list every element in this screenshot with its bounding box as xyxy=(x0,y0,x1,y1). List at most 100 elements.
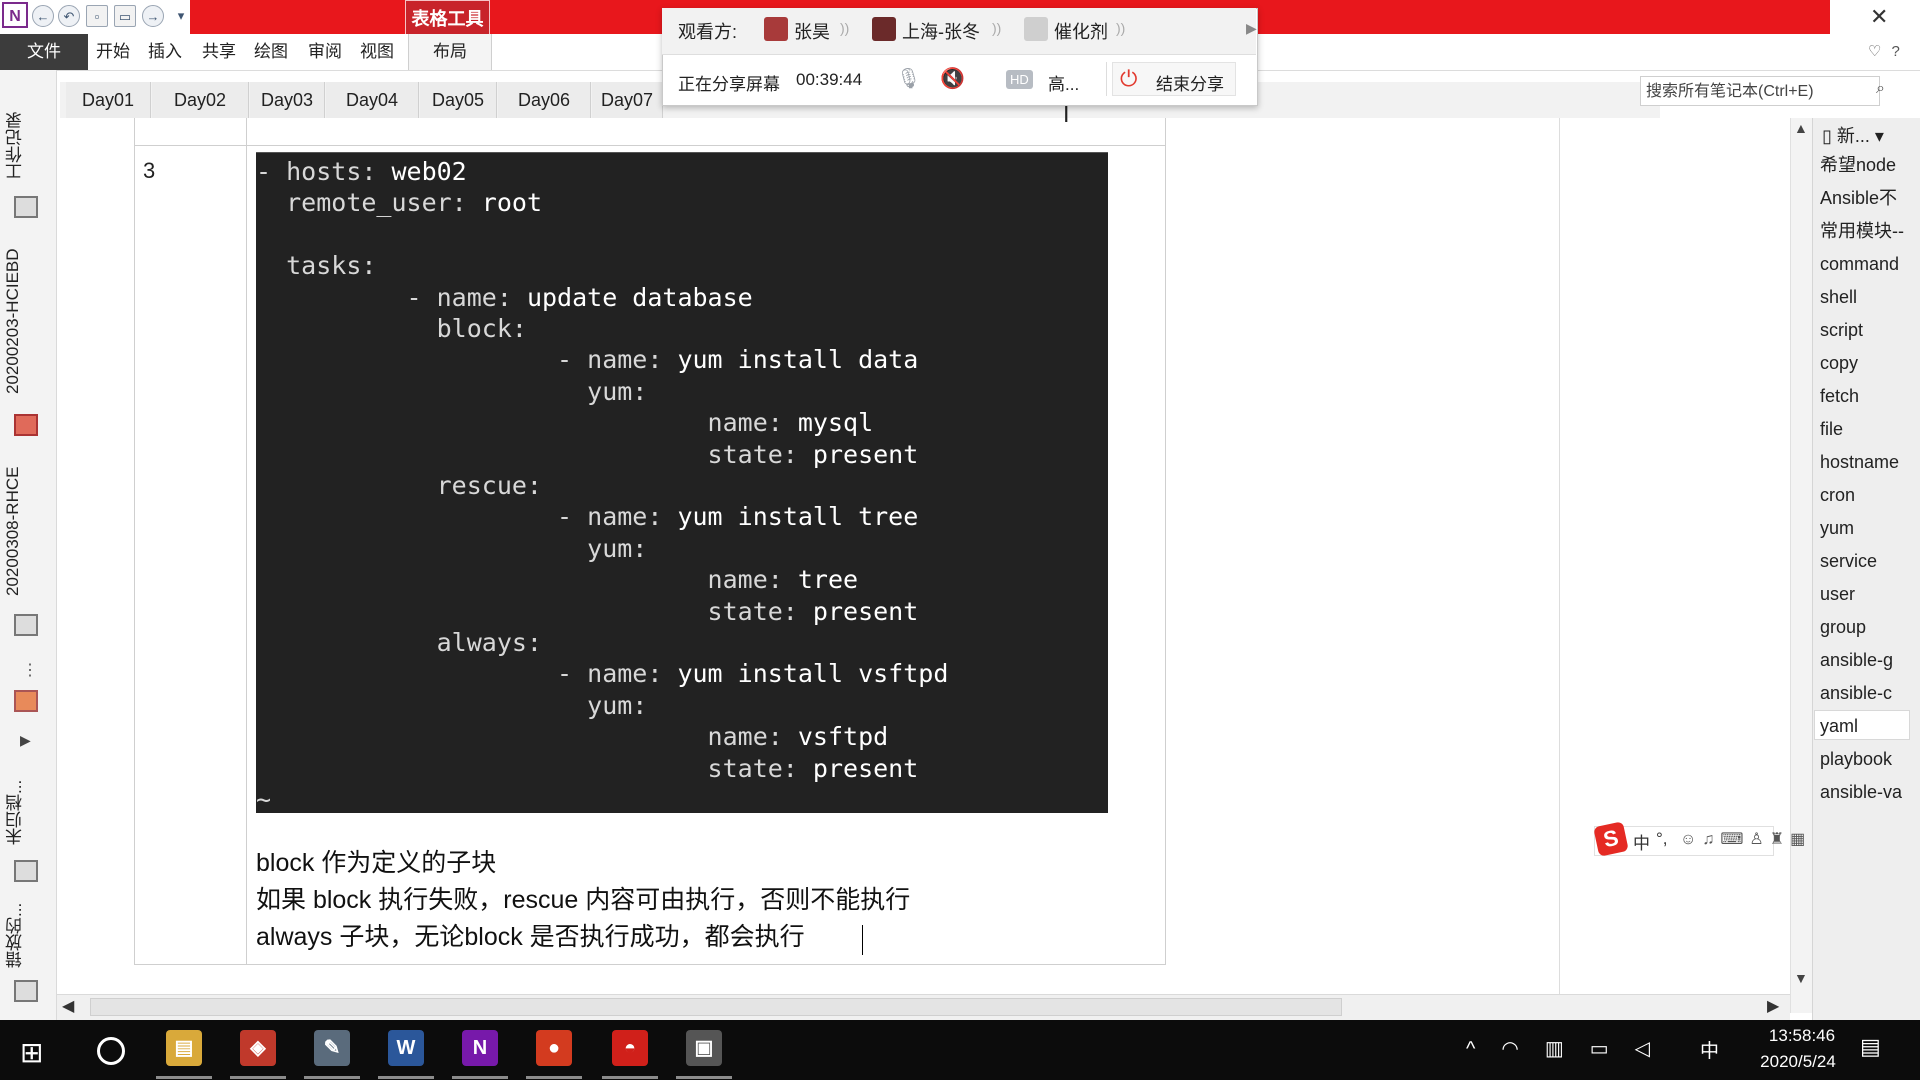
page-list-item[interactable]: ansible-g xyxy=(1820,645,1916,675)
page-list-item[interactable]: 常用模块-- xyxy=(1820,216,1916,246)
notebook-misfiled[interactable]: 错放的... xyxy=(3,900,53,970)
scroll-left-arrow-icon[interactable]: ◀ xyxy=(62,996,74,1016)
action-center-icon[interactable]: ▤ xyxy=(1860,1034,1881,1060)
viewer-avatar xyxy=(1024,17,1048,41)
page-list-item[interactable]: hostname xyxy=(1820,447,1916,477)
section-tab-day03[interactable]: Day03 xyxy=(250,82,325,118)
dock-icon[interactable]: ▫ xyxy=(86,5,108,27)
hd-icon[interactable]: HD xyxy=(1006,70,1033,89)
code-line: name: vsftpd xyxy=(256,722,889,752)
input-language-indicator[interactable]: 中 xyxy=(1700,1036,1719,1063)
page-list-item[interactable]: ansible-va xyxy=(1820,777,1916,807)
table-row-number: 3 xyxy=(143,158,156,183)
onenote-app-icon[interactable]: N xyxy=(2,2,28,28)
menu-share[interactable]: 共享 xyxy=(202,34,236,70)
viewer-avatar xyxy=(872,17,896,41)
scroll-up-arrow-icon[interactable]: ▲ xyxy=(1794,120,1808,136)
menu-review[interactable]: 审阅 xyxy=(308,34,342,70)
back-icon[interactable]: ← xyxy=(32,5,54,27)
taskbar-screenshot-app-icon[interactable]: ✎ xyxy=(314,1030,350,1066)
page-list-item[interactable]: cron xyxy=(1820,480,1916,510)
page-list-item[interactable]: playbook xyxy=(1820,744,1916,774)
taskbar-running-indicator xyxy=(602,1076,658,1079)
search-notebooks-input[interactable]: 搜索所有笔记本(Ctrl+E) xyxy=(1640,76,1880,106)
page-list-item[interactable]: 希望node xyxy=(1820,150,1916,180)
chevron-right-icon[interactable]: ▶ xyxy=(1246,20,1257,37)
more-icon[interactable]: ⋮ xyxy=(22,660,38,680)
page-list-item[interactable]: yaml xyxy=(1820,711,1916,741)
forward-icon[interactable]: → xyxy=(142,5,164,27)
notebook-rhce[interactable]: 20200308-RHCE xyxy=(3,456,53,606)
file-tab[interactable]: 文件 xyxy=(0,34,88,70)
page-list-item[interactable]: user xyxy=(1820,579,1916,609)
code-line: name: mysql xyxy=(256,408,874,438)
note-text-block[interactable]: block 作为定义的子块 如果 block 执行失败，rescue 内容可由执… xyxy=(256,845,1136,956)
share-status-text: 正在分享屏幕 xyxy=(678,75,780,94)
taskbar-browser-icon[interactable]: ● xyxy=(536,1030,572,1066)
menu-insert[interactable]: 插入 xyxy=(148,34,182,70)
ime-tool-icons[interactable]: ☺♫⌨♙♜▦ xyxy=(1680,829,1811,849)
vertical-scrollbar[interactable] xyxy=(1790,118,1813,1013)
page-list-item[interactable]: shell xyxy=(1820,282,1916,312)
customize-qat-icon[interactable]: ▾ xyxy=(170,5,192,27)
notebook-hciebd[interactable]: 20200203-HCIEBD xyxy=(3,236,53,406)
scroll-down-arrow-icon[interactable]: ▼ xyxy=(1794,970,1808,986)
windows-start-icon[interactable]: ⊞ xyxy=(20,1036,43,1069)
page-list-item[interactable]: Ansible不 xyxy=(1820,183,1916,213)
page-list-item[interactable]: ansible-c xyxy=(1820,678,1916,708)
page-list-item[interactable]: copy xyxy=(1820,348,1916,378)
fullpage-icon[interactable]: ▭ xyxy=(114,5,136,27)
system-tray-icons[interactable]: ^◠▥▭◁ xyxy=(1466,1036,1676,1061)
page-list-item[interactable]: group xyxy=(1820,612,1916,642)
menu-draw[interactable]: 绘图 xyxy=(254,34,288,70)
section-tab-day02[interactable]: Day02 xyxy=(152,82,249,118)
sogou-ime-logo[interactable]: S xyxy=(1593,821,1629,857)
expand-arrow-icon[interactable]: ▶ xyxy=(20,732,31,749)
undo-icon[interactable]: ↶ xyxy=(58,5,80,27)
cortana-search-icon[interactable] xyxy=(97,1037,125,1065)
menu-view[interactable]: 视图 xyxy=(360,34,394,70)
viewer-name: 张昊 xyxy=(794,22,830,42)
section-tab-day06[interactable]: Day06 xyxy=(498,82,591,118)
notebook-unfiled[interactable]: 未归档... xyxy=(3,772,53,852)
menu-layout[interactable]: 布局 xyxy=(408,34,492,70)
ribbon-collapse-and-help-icons[interactable]: ♡? xyxy=(1868,42,1910,60)
page-list-item[interactable]: file xyxy=(1820,414,1916,444)
section-tab-day05[interactable]: Day05 xyxy=(420,82,497,118)
page-list-item[interactable]: service xyxy=(1820,546,1916,576)
new-page-button[interactable]: ▯ 新... ▾ xyxy=(1822,122,1884,148)
code-line: yum: xyxy=(256,377,647,407)
code-value: mysql xyxy=(782,408,874,438)
search-icon[interactable]: ⌕ xyxy=(1876,80,1885,98)
section-tab-day01[interactable]: Day01 xyxy=(66,82,151,118)
text-caret xyxy=(862,925,863,955)
close-window-button[interactable]: ✕ xyxy=(1870,4,1888,30)
taskbar-onenote-icon[interactable]: N xyxy=(462,1030,498,1066)
taskbar-word-icon[interactable]: W xyxy=(388,1030,424,1066)
menu-home[interactable]: 开始 xyxy=(96,34,130,70)
section-tab-day04[interactable]: Day04 xyxy=(326,82,419,118)
microphone-icon[interactable]: 🎙 xyxy=(896,66,921,91)
power-icon[interactable]: ⏻ xyxy=(1120,66,1137,92)
page-list-item[interactable]: fetch xyxy=(1820,381,1916,411)
taskbar-recorder-icon[interactable]: ▣ xyxy=(686,1030,722,1066)
end-share-label[interactable]: 结束分享 xyxy=(1156,70,1224,95)
horizontal-scroll-thumb[interactable] xyxy=(90,998,1342,1016)
scroll-right-arrow-icon[interactable]: ▶ xyxy=(1767,996,1779,1016)
taskbar-running-indicator xyxy=(304,1076,360,1079)
clock-date[interactable]: 2020/5/24 xyxy=(1738,1052,1858,1072)
section-tab-day07[interactable]: Day07 xyxy=(592,82,663,118)
taskbar-file-explorer-icon[interactable]: ▤ xyxy=(166,1030,202,1066)
speaker-muted-icon[interactable]: 🔇 xyxy=(940,66,965,91)
notebook-work-log[interactable]: 工作记录 xyxy=(3,110,53,182)
taskbar-remote-app-icon[interactable]: ◈ xyxy=(240,1030,276,1066)
notebook-icon xyxy=(14,414,38,436)
ime-punctuation-toggle[interactable]: °, xyxy=(1656,829,1668,849)
ime-language-toggle[interactable]: 中 xyxy=(1633,829,1650,854)
quality-selector[interactable]: 高... xyxy=(1048,70,1079,95)
taskbar-qq-icon[interactable]: ◓ xyxy=(612,1030,648,1066)
page-list-item[interactable]: command xyxy=(1820,249,1916,279)
clock-time[interactable]: 13:58:46 xyxy=(1742,1026,1862,1046)
page-list-item[interactable]: yum xyxy=(1820,513,1916,543)
page-list-item[interactable]: script xyxy=(1820,315,1916,345)
